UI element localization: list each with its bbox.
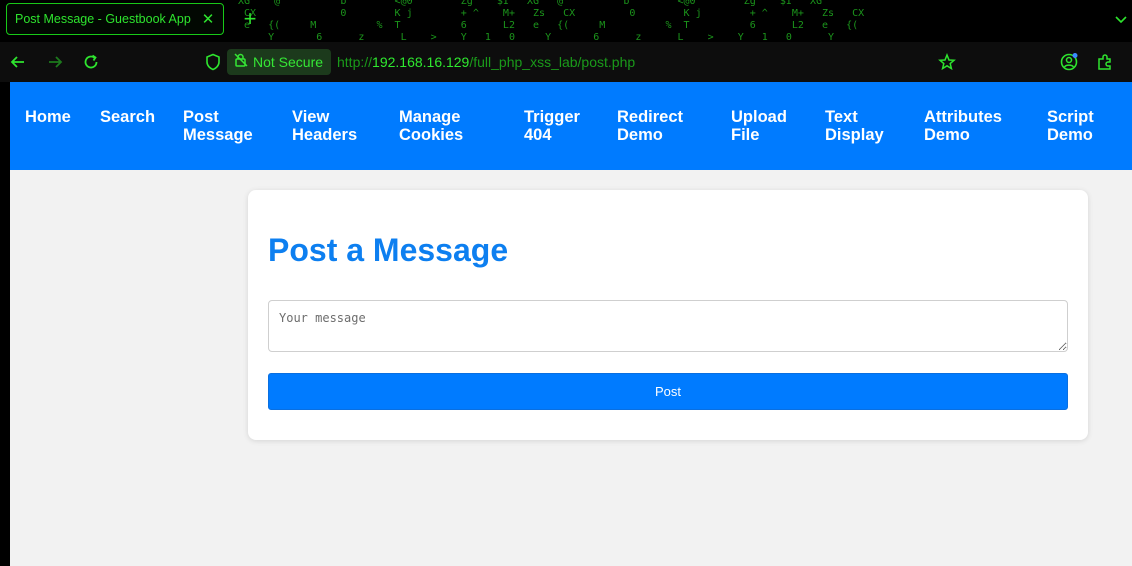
matrix-background: XG @ b <@0 Zg $I XG @ b <@0 Zg $I XG CX …	[238, 0, 865, 42]
browser-tab[interactable]: Post Message - Guestbook App ✕	[6, 3, 224, 35]
tab-strip: XG @ b <@0 Zg $I XG @ b <@0 Zg $I XG CX …	[0, 0, 1132, 42]
lock-warning-icon	[233, 52, 249, 73]
nav-search[interactable]: Search	[100, 108, 155, 126]
browser-toolbar: Not Secure http://192.168.16.129/full_ph…	[0, 42, 1132, 82]
nav-text-display[interactable]: Text Display	[825, 108, 884, 144]
url-path: /full_php_xss_lab/post.php	[469, 54, 636, 70]
nav-post-message[interactable]: Post Message	[183, 108, 253, 144]
new-tab-button[interactable]: +	[240, 8, 260, 30]
tab-list-chevron-icon[interactable]	[1114, 12, 1128, 30]
url-host: 192.168.16.129	[372, 54, 470, 70]
url-scheme: http://	[337, 54, 373, 70]
nav-upload-file[interactable]: Upload File	[731, 108, 787, 144]
extensions-icon[interactable]	[1095, 52, 1115, 72]
nav-script-demo[interactable]: Script Demo	[1047, 108, 1094, 144]
nav-attributes-demo[interactable]: Attributes Demo	[924, 108, 1002, 144]
shield-icon[interactable]	[203, 52, 223, 72]
nav-manage-cookies[interactable]: Manage Cookies	[399, 108, 463, 144]
nav-view-headers[interactable]: View Headers	[292, 108, 357, 144]
security-indicator[interactable]: Not Secure	[227, 49, 332, 75]
tab-close-icon[interactable]: ✕	[201, 10, 215, 28]
post-button[interactable]: Post	[268, 373, 1068, 410]
page-title: Post a Message	[268, 232, 509, 268]
window-left-edge	[0, 82, 10, 566]
address-bar[interactable]: http://192.168.16.129/full_php_xss_lab/p…	[337, 54, 635, 70]
star-icon[interactable]	[937, 52, 957, 72]
back-icon[interactable]	[8, 52, 28, 72]
security-label: Not Secure	[253, 54, 324, 70]
message-input[interactable]	[268, 300, 1068, 352]
tab-title: Post Message - Guestbook App	[15, 12, 191, 26]
nav-home[interactable]: Home	[25, 108, 71, 126]
reload-icon[interactable]	[81, 52, 101, 72]
account-icon[interactable]	[1059, 52, 1079, 72]
post-message-card: Post a Message Post	[248, 190, 1088, 440]
nav-trigger-404[interactable]: Trigger 404	[524, 108, 580, 144]
nav-redirect-demo[interactable]: Redirect Demo	[617, 108, 683, 144]
page-viewport: Home Search Post Message View Headers Ma…	[10, 82, 1132, 566]
top-navbar: Home Search Post Message View Headers Ma…	[10, 82, 1132, 170]
forward-icon[interactable]	[45, 52, 65, 72]
